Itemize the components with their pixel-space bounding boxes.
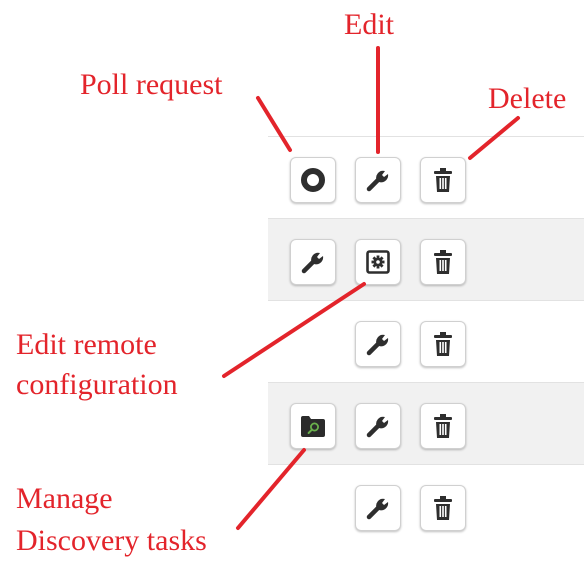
- annotation-poll-request: Poll request: [80, 68, 223, 101]
- annotation-delete: Delete: [488, 82, 567, 115]
- leader-poll-request: [256, 96, 292, 152]
- annotation-manage-line1: Manage: [16, 482, 113, 515]
- leader-delete: [468, 116, 520, 160]
- leader-edit-remote: [222, 282, 366, 378]
- annotation-manage-line2: Discovery tasks: [16, 524, 207, 557]
- annotation-edit-remote-line2: configuration: [16, 368, 178, 401]
- annotation-edit: Edit: [344, 8, 394, 41]
- leader-manage-discovery: [236, 448, 306, 530]
- annotation-edit-remote-line1: Edit remote: [16, 328, 157, 361]
